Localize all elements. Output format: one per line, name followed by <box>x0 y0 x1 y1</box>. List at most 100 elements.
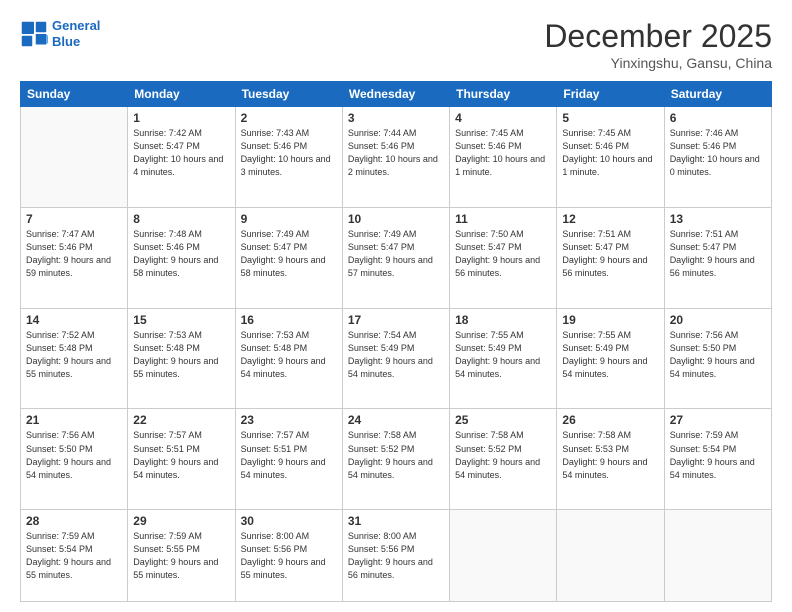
day-info: Sunrise: 7:45 AMSunset: 5:46 PMDaylight:… <box>455 127 551 179</box>
day-info: Sunrise: 7:46 AMSunset: 5:46 PMDaylight:… <box>670 127 766 179</box>
day-info: Sunrise: 7:59 AMSunset: 5:54 PMDaylight:… <box>26 530 122 582</box>
calendar-cell: 26 Sunrise: 7:58 AMSunset: 5:53 PMDayligh… <box>557 409 664 510</box>
calendar-cell: 17Sunrise: 7:54 AMSunset: 5:49 PMDayligh… <box>342 308 449 409</box>
day-info: Sunrise: 7:58 AMSunset: 5:53 PMDaylight:… <box>562 429 658 481</box>
calendar-cell: 2 Sunrise: 7:43 AMSunset: 5:46 PMDaylight… <box>235 107 342 208</box>
day-info: Sunrise: 7:58 AMSunset: 5:52 PMDaylight:… <box>455 429 551 481</box>
day-info: Sunrise: 7:44 AMSunset: 5:46 PMDaylight:… <box>348 127 444 179</box>
calendar-cell: 20 Sunrise: 7:56 AMSunset: 5:50 PMDayligh… <box>664 308 771 409</box>
weekday-header: Sunday <box>21 82 128 107</box>
calendar-cell: 13Sunrise: 7:51 AMSunset: 5:47 PMDayligh… <box>664 207 771 308</box>
calendar-cell: 9 Sunrise: 7:49 AMSunset: 5:47 PMDaylight… <box>235 207 342 308</box>
calendar-cell: 11 Sunrise: 7:50 AMSunset: 5:47 PMDayligh… <box>450 207 557 308</box>
day-info: Sunrise: 7:49 AMSunset: 5:47 PMDaylight:… <box>241 228 337 280</box>
day-number: 26 <box>562 413 658 427</box>
day-number: 20 <box>670 313 766 327</box>
day-info: Sunrise: 7:58 AMSunset: 5:52 PMDaylight:… <box>348 429 444 481</box>
weekday-header: Thursday <box>450 82 557 107</box>
day-number: 11 <box>455 212 551 226</box>
page: General Blue December 2025 Yinxingshu, G… <box>0 0 792 612</box>
day-number: 29 <box>133 514 229 528</box>
logo-line2: Blue <box>52 34 80 49</box>
calendar-cell: 6 Sunrise: 7:46 AMSunset: 5:46 PMDaylight… <box>664 107 771 208</box>
day-number: 1 <box>133 111 229 125</box>
day-number: 3 <box>348 111 444 125</box>
month-title: December 2025 <box>544 18 772 55</box>
day-number: 6 <box>670 111 766 125</box>
calendar-header-row: SundayMondayTuesdayWednesdayThursdayFrid… <box>21 82 772 107</box>
calendar-cell: 19Sunrise: 7:55 AMSunset: 5:49 PMDayligh… <box>557 308 664 409</box>
calendar-cell: 16Sunrise: 7:53 AMSunset: 5:48 PMDayligh… <box>235 308 342 409</box>
day-number: 27 <box>670 413 766 427</box>
weekday-header: Wednesday <box>342 82 449 107</box>
calendar-cell: 4 Sunrise: 7:45 AMSunset: 5:46 PMDaylight… <box>450 107 557 208</box>
location: Yinxingshu, Gansu, China <box>544 55 772 71</box>
logo-line1: General <box>52 18 100 33</box>
calendar-cell: 15 Sunrise: 7:53 AMSunset: 5:48 PMDayligh… <box>128 308 235 409</box>
calendar-cell: 18 Sunrise: 7:55 AMSunset: 5:49 PMDayligh… <box>450 308 557 409</box>
day-info: Sunrise: 7:55 AMSunset: 5:49 PMDaylight:… <box>455 329 551 381</box>
day-info: Sunrise: 7:51 AMSunset: 5:47 PMDaylight:… <box>562 228 658 280</box>
calendar-cell: 1 Sunrise: 7:42 AMSunset: 5:47 PMDaylight… <box>128 107 235 208</box>
day-number: 13 <box>670 212 766 226</box>
calendar-table: SundayMondayTuesdayWednesdayThursdayFrid… <box>20 81 772 602</box>
day-number: 18 <box>455 313 551 327</box>
calendar-cell: 28Sunrise: 7:59 AMSunset: 5:54 PMDayligh… <box>21 510 128 602</box>
day-number: 21 <box>26 413 122 427</box>
calendar-cell: 7 Sunrise: 7:47 AMSunset: 5:46 PMDaylight… <box>21 207 128 308</box>
day-info: Sunrise: 7:52 AMSunset: 5:48 PMDaylight:… <box>26 329 122 381</box>
day-number: 25 <box>455 413 551 427</box>
day-info: Sunrise: 7:54 AMSunset: 5:49 PMDaylight:… <box>348 329 444 381</box>
day-number: 7 <box>26 212 122 226</box>
day-number: 22 <box>133 413 229 427</box>
calendar-cell <box>664 510 771 602</box>
calendar-cell: 5 Sunrise: 7:45 AMSunset: 5:46 PMDaylight… <box>557 107 664 208</box>
calendar-cell <box>557 510 664 602</box>
day-number: 4 <box>455 111 551 125</box>
calendar-cell: 10 Sunrise: 7:49 AMSunset: 5:47 PMDayligh… <box>342 207 449 308</box>
calendar-cell: 12 Sunrise: 7:51 AMSunset: 5:47 PMDayligh… <box>557 207 664 308</box>
day-number: 12 <box>562 212 658 226</box>
day-number: 9 <box>241 212 337 226</box>
header: General Blue December 2025 Yinxingshu, G… <box>20 18 772 71</box>
calendar-cell <box>450 510 557 602</box>
day-number: 16 <box>241 313 337 327</box>
day-info: Sunrise: 7:47 AMSunset: 5:46 PMDaylight:… <box>26 228 122 280</box>
calendar-cell: 3 Sunrise: 7:44 AMSunset: 5:46 PMDaylight… <box>342 107 449 208</box>
day-number: 30 <box>241 514 337 528</box>
weekday-header: Monday <box>128 82 235 107</box>
day-number: 10 <box>348 212 444 226</box>
day-info: Sunrise: 7:43 AMSunset: 5:46 PMDaylight:… <box>241 127 337 179</box>
day-info: Sunrise: 7:55 AMSunset: 5:49 PMDaylight:… <box>562 329 658 381</box>
day-info: Sunrise: 7:49 AMSunset: 5:47 PMDaylight:… <box>348 228 444 280</box>
calendar-cell: 8Sunrise: 7:48 AMSunset: 5:46 PMDaylight… <box>128 207 235 308</box>
day-info: Sunrise: 7:57 AMSunset: 5:51 PMDaylight:… <box>133 429 229 481</box>
day-info: Sunrise: 7:59 AMSunset: 5:54 PMDaylight:… <box>670 429 766 481</box>
day-info: Sunrise: 7:45 AMSunset: 5:46 PMDaylight:… <box>562 127 658 179</box>
calendar-week-row: 21 Sunrise: 7:56 AMSunset: 5:50 PMDayligh… <box>21 409 772 510</box>
weekday-header: Tuesday <box>235 82 342 107</box>
calendar-cell: 22 Sunrise: 7:57 AMSunset: 5:51 PMDayligh… <box>128 409 235 510</box>
calendar-cell: 29 Sunrise: 7:59 AMSunset: 5:55 PMDayligh… <box>128 510 235 602</box>
title-block: December 2025 Yinxingshu, Gansu, China <box>544 18 772 71</box>
day-info: Sunrise: 7:56 AMSunset: 5:50 PMDaylight:… <box>670 329 766 381</box>
calendar-cell: 27 Sunrise: 7:59 AMSunset: 5:54 PMDayligh… <box>664 409 771 510</box>
day-number: 2 <box>241 111 337 125</box>
day-number: 5 <box>562 111 658 125</box>
day-info: Sunrise: 8:00 AMSunset: 5:56 PMDaylight:… <box>241 530 337 582</box>
day-info: Sunrise: 8:00 AMSunset: 5:56 PMDaylight:… <box>348 530 444 582</box>
calendar-cell: 14Sunrise: 7:52 AMSunset: 5:48 PMDayligh… <box>21 308 128 409</box>
day-number: 15 <box>133 313 229 327</box>
day-number: 23 <box>241 413 337 427</box>
day-number: 24 <box>348 413 444 427</box>
day-info: Sunrise: 7:53 AMSunset: 5:48 PMDaylight:… <box>133 329 229 381</box>
calendar-cell: 31Sunrise: 8:00 AMSunset: 5:56 PMDayligh… <box>342 510 449 602</box>
calendar-cell: 24 Sunrise: 7:58 AMSunset: 5:52 PMDayligh… <box>342 409 449 510</box>
day-info: Sunrise: 7:56 AMSunset: 5:50 PMDaylight:… <box>26 429 122 481</box>
calendar-cell: 21 Sunrise: 7:56 AMSunset: 5:50 PMDayligh… <box>21 409 128 510</box>
day-info: Sunrise: 7:42 AMSunset: 5:47 PMDaylight:… <box>133 127 229 179</box>
weekday-header: Friday <box>557 82 664 107</box>
day-info: Sunrise: 7:50 AMSunset: 5:47 PMDaylight:… <box>455 228 551 280</box>
day-number: 8 <box>133 212 229 226</box>
day-info: Sunrise: 7:59 AMSunset: 5:55 PMDaylight:… <box>133 530 229 582</box>
